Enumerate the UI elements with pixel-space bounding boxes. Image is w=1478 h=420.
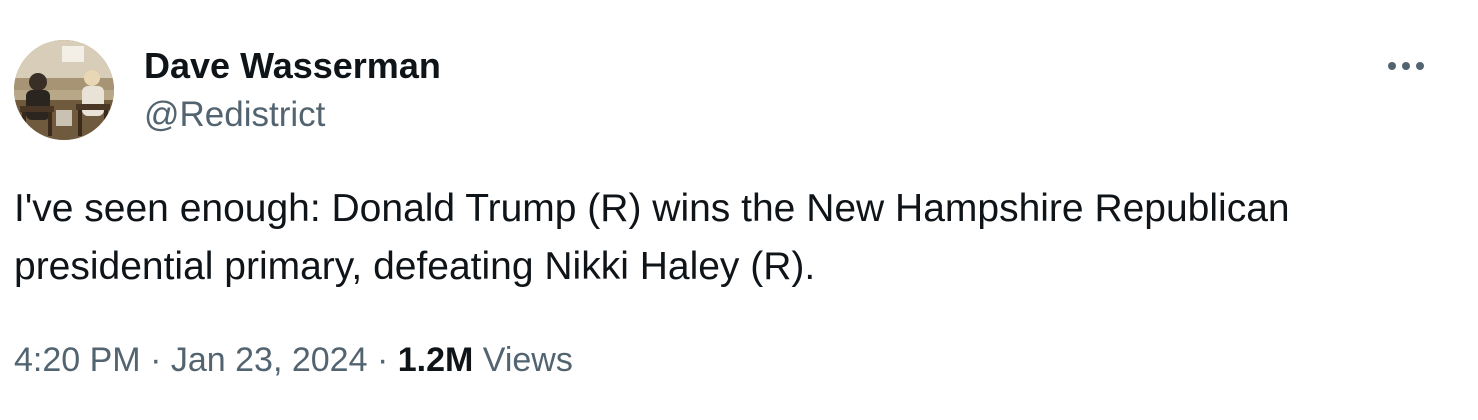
- tweet-card: Dave Wasserman @Redistrict I've seen eno…: [0, 0, 1478, 420]
- views-count: 1.2M: [397, 341, 474, 379]
- tweet-metadata: 4:20 PM · Jan 23, 2024 · 1.2M Views: [14, 338, 573, 382]
- more-horizontal-icon: [1388, 62, 1424, 70]
- tweet-date: Jan 23, 2024: [170, 341, 368, 379]
- avatar-photo-icon: [14, 40, 114, 140]
- views-link[interactable]: 1.2M Views: [398, 341, 573, 379]
- meta-separator: ·: [150, 341, 162, 379]
- tweet-timestamp-link[interactable]: 4:20 PM · Jan 23, 2024: [14, 341, 367, 379]
- meta-separator: ·: [376, 341, 389, 379]
- author-display-name[interactable]: Dave Wasserman: [144, 44, 441, 88]
- tweet-text: I've seen enough: Donald Trump (R) wins …: [14, 187, 1290, 288]
- views-label: Views: [482, 341, 573, 379]
- avatar[interactable]: [14, 40, 114, 140]
- tweet-time: 4:20 PM: [14, 341, 141, 379]
- more-options-button[interactable]: [1384, 48, 1428, 84]
- author-handle[interactable]: @Redistrict: [144, 94, 325, 136]
